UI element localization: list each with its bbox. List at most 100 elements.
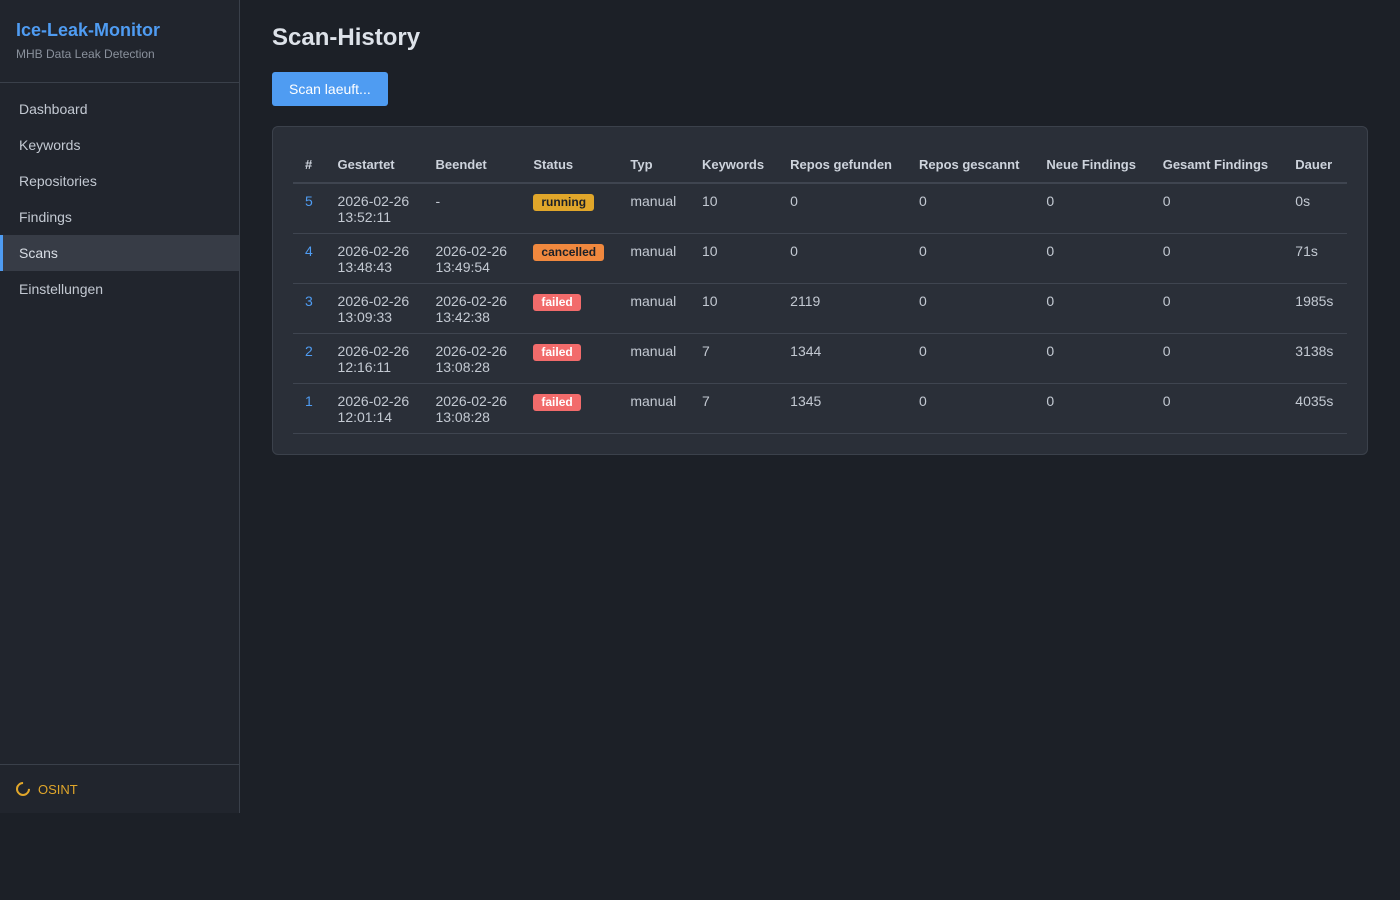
col-header-new-findings: Neue Findings	[1034, 147, 1151, 184]
page-title: Scan-History	[272, 24, 421, 51]
repos-scanned-cell: 0	[907, 333, 1035, 384]
new-findings-cell: 0	[1034, 333, 1151, 384]
scan-history-table: # Gestartet Beendet Status Typ Keywords …	[293, 147, 1347, 434]
col-header-keywords: Keywords	[689, 147, 779, 184]
ended-cell: 2026-02-26 13:49:54	[423, 233, 522, 284]
col-header-type: Typ	[618, 147, 690, 184]
sidebar-item-dashboard[interactable]: Dashboard	[0, 91, 239, 127]
repos-found-cell: 2119	[778, 283, 908, 334]
spinner-icon	[13, 779, 33, 799]
sidebar-item-findings[interactable]: Findings	[0, 199, 239, 235]
sidebar-item-scans[interactable]: Scans	[0, 235, 239, 271]
ended-time: 13:08:28	[435, 409, 490, 425]
started-time: 13:52:11	[337, 209, 392, 225]
main-content: Scan-History Scan laeuft... # Gestartet …	[272, 0, 1368, 455]
ended-time: 13:49:54	[435, 259, 490, 275]
ended-date: 2026-02-26	[435, 343, 508, 359]
repos-scanned-cell: 0	[907, 183, 1035, 234]
total-findings-cell: 0	[1150, 233, 1284, 284]
app-subtitle: MHB Data Leak Detection	[16, 47, 155, 61]
col-header-id: #	[293, 147, 326, 184]
col-header-started: Gestartet	[325, 147, 424, 184]
started-cell: 2026-02-26 12:01:14	[325, 383, 424, 434]
table-row: 3 2026-02-26 13:09:33 2026-02-26 13:42:38 …	[293, 283, 1347, 334]
table-row: 4 2026-02-26 13:48:43 2026-02-26 13:49:54 …	[293, 233, 1347, 284]
scan-history-card: # Gestartet Beendet Status Typ Keywords …	[272, 126, 1368, 455]
started-date: 2026-02-26	[337, 243, 410, 259]
sidebar-item-einstellungen[interactable]: Einstellungen	[0, 271, 239, 307]
duration-cell: 1985s	[1283, 283, 1347, 334]
scan-running-button[interactable]: Scan laeuft...	[272, 72, 388, 106]
table-header-row: # Gestartet Beendet Status Typ Keywords …	[293, 147, 1347, 184]
scan-id-link[interactable]: 4	[293, 233, 326, 284]
brand: Ice-Leak-Monitor MHB Data Leak Detection	[0, 0, 239, 83]
app-title[interactable]: Ice-Leak-Monitor	[16, 19, 223, 41]
duration-cell: 0s	[1283, 183, 1347, 234]
col-header-duration: Dauer	[1283, 147, 1347, 184]
repos-scanned-cell: 0	[907, 383, 1035, 434]
started-time: 13:48:43	[337, 259, 393, 275]
repos-scanned-cell: 0	[907, 233, 1035, 284]
status-badge: cancelled	[533, 244, 605, 261]
repos-found-cell: 0	[778, 233, 908, 284]
new-findings-cell: 0	[1034, 383, 1151, 434]
ended-date: 2026-02-26	[435, 293, 508, 309]
keywords-cell: 10	[689, 233, 779, 284]
scan-id-link[interactable]: 3	[293, 283, 326, 334]
status-badge: failed	[533, 344, 581, 361]
started-time: 13:09:33	[337, 309, 393, 325]
started-cell: 2026-02-26 13:09:33	[325, 283, 424, 334]
status-badge: failed	[533, 394, 581, 411]
type-cell: manual	[618, 233, 690, 284]
type-cell: manual	[618, 283, 690, 334]
sidebar-nav: Dashboard Keywords Repositories Findings…	[0, 91, 239, 307]
scan-id-link[interactable]: 2	[293, 333, 326, 384]
col-header-repos-scanned: Repos gescannt	[907, 147, 1035, 184]
ended-date: 2026-02-26	[435, 393, 508, 409]
sidebar-item-keywords[interactable]: Keywords	[0, 127, 239, 163]
keywords-cell: 7	[689, 333, 779, 384]
osint-status-label: OSINT	[38, 781, 78, 797]
scan-id-link[interactable]: 5	[293, 183, 326, 234]
total-findings-cell: 0	[1150, 283, 1284, 334]
started-cell: 2026-02-26 13:52:11	[325, 183, 424, 234]
started-time: 12:16:11	[337, 359, 392, 375]
status-cell: failed	[521, 383, 619, 434]
type-cell: manual	[618, 333, 690, 384]
duration-cell: 71s	[1283, 233, 1347, 284]
started-time: 12:01:14	[337, 409, 393, 425]
new-findings-cell: 0	[1034, 283, 1151, 334]
ended-cell: 2026-02-26 13:08:28	[423, 383, 522, 434]
status-cell: running	[521, 183, 619, 234]
type-cell: manual	[618, 183, 690, 234]
col-header-status: Status	[521, 147, 619, 184]
keywords-cell: 10	[689, 283, 779, 334]
started-date: 2026-02-26	[337, 393, 410, 409]
status-badge: running	[533, 194, 595, 211]
duration-cell: 4035s	[1283, 383, 1347, 434]
col-header-ended: Beendet	[423, 147, 522, 184]
repos-scanned-cell: 0	[907, 283, 1035, 334]
started-date: 2026-02-26	[337, 343, 410, 359]
started-cell: 2026-02-26 12:16:11	[325, 333, 424, 384]
duration-cell: 3138s	[1283, 333, 1347, 384]
started-date: 2026-02-26	[337, 293, 410, 309]
keywords-cell: 10	[689, 183, 779, 234]
new-findings-cell: 0	[1034, 183, 1151, 234]
started-date: 2026-02-26	[337, 193, 410, 209]
scan-id-link[interactable]: 1	[293, 383, 326, 434]
ended-time: 13:42:38	[435, 309, 490, 325]
repos-found-cell: 0	[778, 183, 908, 234]
table-row: 5 2026-02-26 13:52:11 - running manual 10…	[293, 183, 1347, 234]
keywords-cell: 7	[689, 383, 779, 434]
status-cell: cancelled	[521, 233, 619, 284]
total-findings-cell: 0	[1150, 383, 1284, 434]
table-row: 1 2026-02-26 12:01:14 2026-02-26 13:08:28 …	[293, 383, 1347, 434]
ended-date: 2026-02-26	[435, 243, 508, 259]
table-row: 2 2026-02-26 12:16:11 2026-02-26 13:08:28 …	[293, 333, 1347, 384]
total-findings-cell: 0	[1150, 183, 1284, 234]
col-header-total-findings: Gesamt Findings	[1150, 147, 1284, 184]
sidebar-item-repositories[interactable]: Repositories	[0, 163, 239, 199]
sidebar: Ice-Leak-Monitor MHB Data Leak Detection…	[0, 0, 240, 813]
type-cell: manual	[618, 383, 690, 434]
